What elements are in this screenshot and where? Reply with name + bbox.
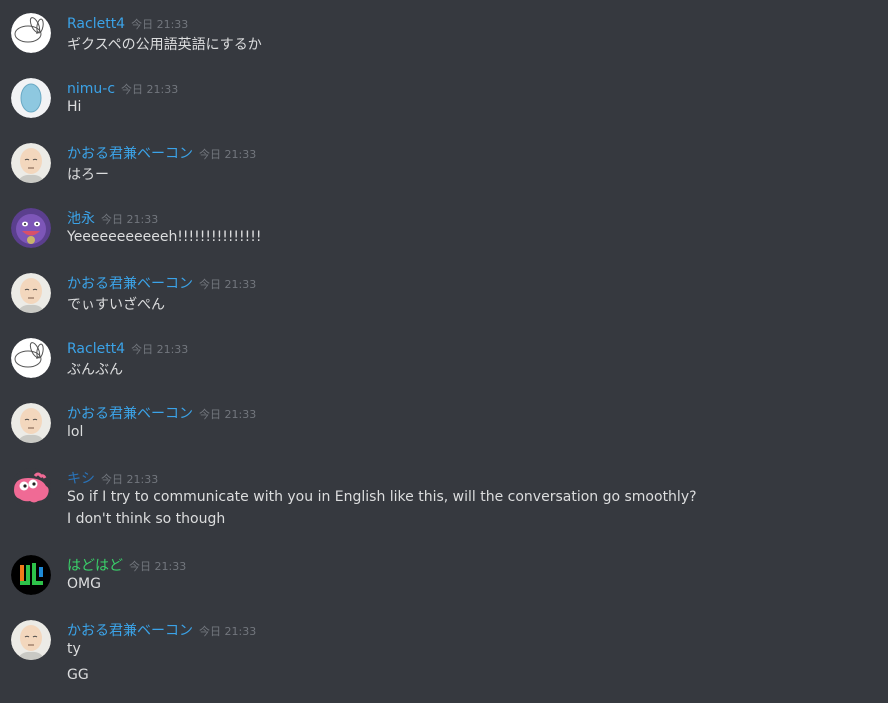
message-content: So if I try to communicate with you in E… (67, 489, 697, 505)
blue-oval-avatar[interactable] (11, 78, 51, 118)
message-content: でぃすいざぺん (67, 297, 165, 313)
bald-hero-avatar[interactable] (11, 143, 51, 183)
timestamp: 今日 21:33 (199, 148, 257, 161)
username[interactable]: かおる君兼ベーコン (67, 276, 193, 292)
timestamp: 今日 21:33 (101, 473, 159, 486)
username[interactable]: はどはど (67, 558, 123, 574)
timestamp: 今日 21:33 (121, 83, 179, 96)
timestamp: 今日 21:33 (131, 18, 189, 31)
white-bunny-avatar[interactable] (11, 13, 51, 53)
timestamp: 今日 21:33 (129, 560, 187, 573)
message-content: I don't think so though (67, 511, 226, 527)
green-logo-avatar[interactable] (11, 555, 51, 595)
username[interactable]: キシ (67, 471, 95, 487)
message-content: GG (67, 667, 89, 683)
pink-creature-avatar[interactable] (11, 468, 51, 508)
message-content: ぶんぶん (67, 362, 123, 378)
timestamp: 今日 21:33 (199, 625, 257, 638)
username[interactable]: Raclett4 (67, 341, 125, 357)
message-content: lol (67, 424, 84, 440)
username[interactable]: 池永 (67, 211, 95, 227)
timestamp: 今日 21:33 (131, 343, 189, 356)
username[interactable]: かおる君兼ベーコン (67, 623, 193, 639)
message-content: Yeeeeeeeeeeeh!!!!!!!!!!!!!!! (67, 229, 262, 245)
message-content: ty (67, 641, 81, 657)
message-content: OMG (67, 576, 101, 592)
username[interactable]: かおる君兼ベーコン (67, 406, 193, 422)
bald-hero-avatar[interactable] (11, 620, 51, 660)
chat-message-list: Raclett4 今日 21:33 ギクスペの公用語英語にするか nimu-c 今日… (0, 0, 888, 703)
username[interactable]: かおる君兼ベーコン (67, 146, 193, 162)
username[interactable]: Raclett4 (67, 16, 125, 32)
timestamp: 今日 21:33 (101, 213, 159, 226)
timestamp: 今日 21:33 (199, 278, 257, 291)
message-content: ギクスペの公用語英語にするか (67, 37, 262, 53)
username[interactable]: nimu-c (67, 81, 115, 97)
bald-hero-avatar[interactable] (11, 273, 51, 313)
white-bunny-avatar[interactable] (11, 338, 51, 378)
message-content: Hi (67, 99, 82, 115)
timestamp: 今日 21:33 (199, 408, 257, 421)
bald-hero-avatar[interactable] (11, 403, 51, 443)
message-content: はろー (67, 167, 109, 183)
purple-ghost-avatar[interactable] (11, 208, 51, 248)
